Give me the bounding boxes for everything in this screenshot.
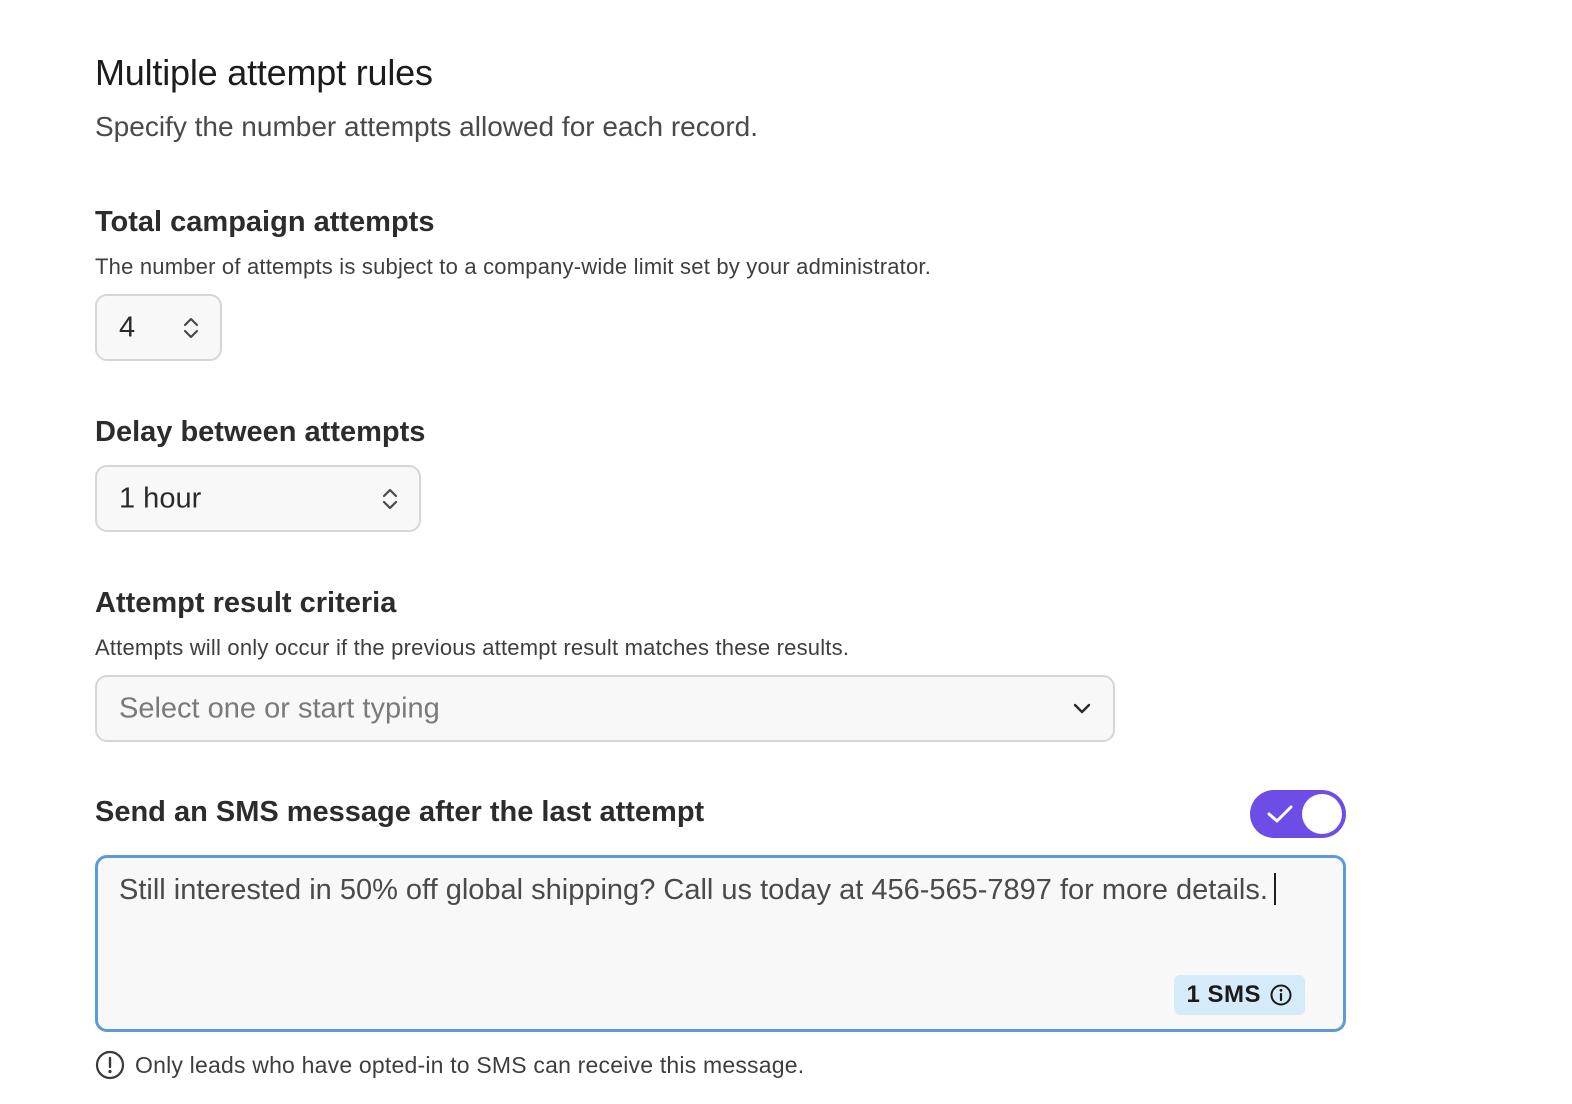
page-title: Multiple attempt rules <box>95 52 433 93</box>
criteria-combobox[interactable]: Select one or start typing <box>95 675 1115 742</box>
sms-heading: Send an SMS message after the last attem… <box>95 796 705 828</box>
alert-circle-icon <box>95 1050 125 1080</box>
chevron-down-icon <box>1073 703 1091 713</box>
sms-count-label: 1 SMS <box>1186 981 1261 1008</box>
chevron-up-down-icon <box>382 488 398 509</box>
text-cursor <box>1273 873 1276 905</box>
criteria-placeholder: Select one or start typing <box>119 692 440 724</box>
info-icon[interactable] <box>1269 983 1293 1007</box>
toggle-knob <box>1302 794 1342 834</box>
criteria-description: Attempts will only occur if the previous… <box>95 635 850 660</box>
delay-select[interactable]: 1 hour <box>95 465 421 532</box>
sms-message-content: Still interested in 50% off global shipp… <box>119 874 1268 906</box>
sms-message-textarea[interactable]: Still interested in 50% off global shipp… <box>95 855 1346 1032</box>
total-attempts-value: 4 <box>119 311 136 343</box>
sms-message-text[interactable]: Still interested in 50% off global shipp… <box>119 872 1299 908</box>
sms-optin-note: Only leads who have opted-in to SMS can … <box>95 1050 804 1080</box>
delay-selected-value: 1 hour <box>119 482 202 514</box>
total-attempts-heading: Total campaign attempts <box>95 206 435 238</box>
sms-optin-note-text: Only leads who have opted-in to SMS can … <box>135 1051 805 1078</box>
sms-count-badge: 1 SMS <box>1174 975 1305 1015</box>
sms-toggle[interactable] <box>1250 790 1346 838</box>
total-attempts-description: The number of attempts is subject to a c… <box>95 254 932 279</box>
page-subtitle: Specify the number attempts allowed for … <box>95 111 759 142</box>
check-icon <box>1267 805 1293 823</box>
delay-heading: Delay between attempts <box>95 416 426 448</box>
criteria-heading: Attempt result criteria <box>95 587 397 619</box>
chevron-up-down-icon[interactable] <box>182 315 200 341</box>
total-attempts-stepper[interactable]: 4 <box>95 294 222 361</box>
